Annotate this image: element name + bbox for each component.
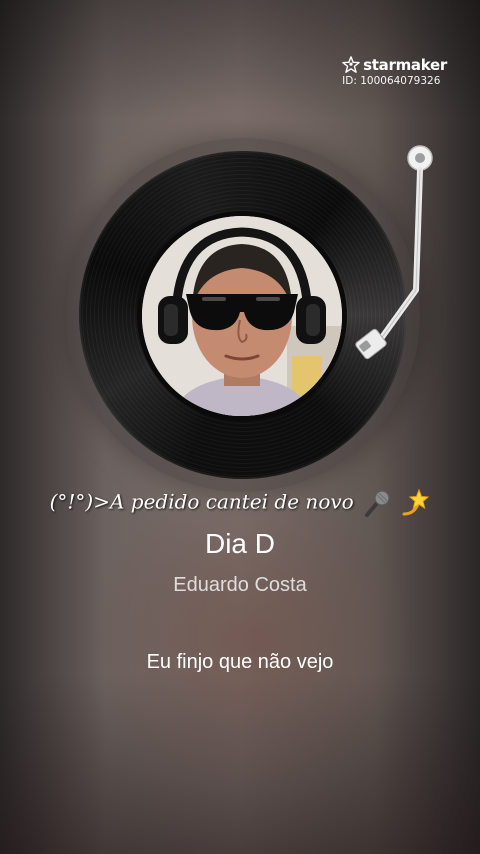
watermark-brand-row: starmaker xyxy=(342,56,447,74)
user-avatar-photo[interactable] xyxy=(142,216,342,416)
watermark-brand: starmaker xyxy=(363,56,447,74)
tonearm[interactable] xyxy=(340,140,450,380)
dizzy-star-icon xyxy=(402,488,430,516)
caption-text: (°!°)>A pedido cantei de novo xyxy=(49,489,354,514)
bottom-gradient-overlay xyxy=(0,674,480,854)
star-person-icon xyxy=(342,56,360,73)
artist-name: Eduardo Costa xyxy=(173,574,307,596)
microphone-icon xyxy=(365,490,390,517)
starmaker-watermark: starmaker ID: 100064079326 xyxy=(342,56,447,87)
avatar-illustration xyxy=(142,216,342,416)
current-lyric-line: Eu finjo que não vejo xyxy=(146,651,334,673)
post-caption: (°!°)>A pedido cantei de novo xyxy=(0,488,480,518)
watermark-user-id: ID: 100064079326 xyxy=(342,75,441,87)
song-title: Dia D xyxy=(204,528,275,559)
